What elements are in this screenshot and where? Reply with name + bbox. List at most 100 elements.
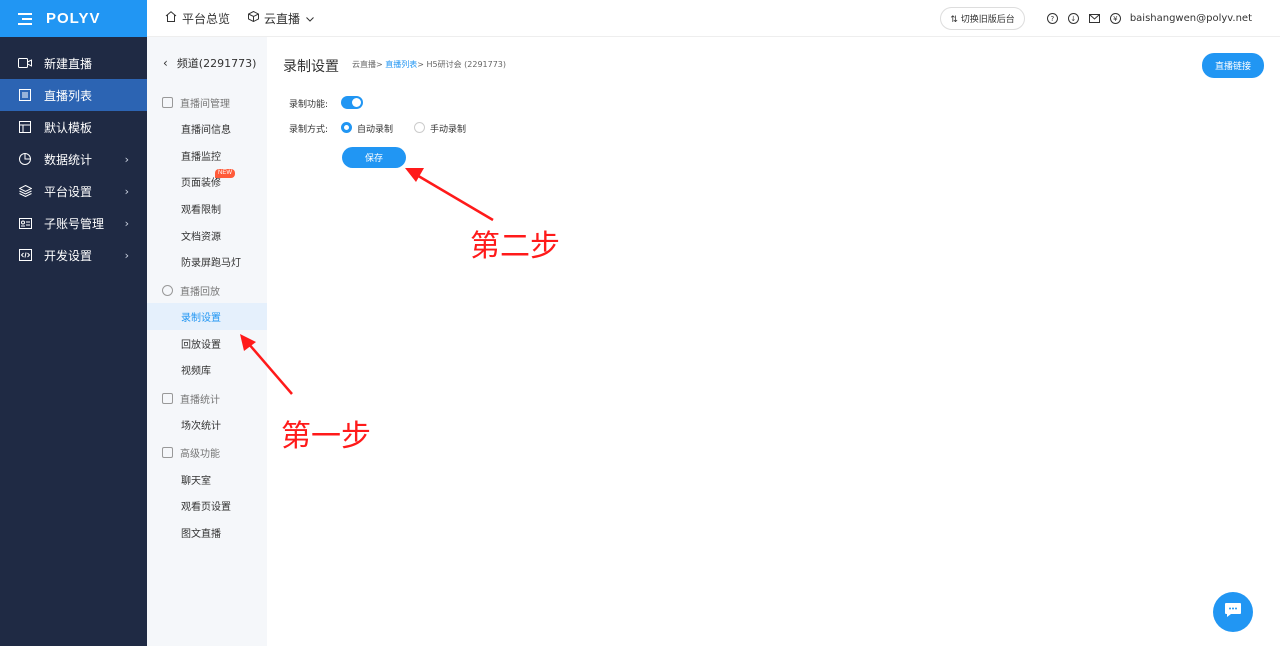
nav-item-data-stats[interactable]: 数据统计 › <box>0 143 147 175</box>
subnav-item-room-info[interactable]: 直播间信息 <box>147 115 267 142</box>
yuan-icon[interactable]: ¥ <box>1109 13 1121 24</box>
subnav-item-record-settings[interactable]: 录制设置 <box>147 303 267 330</box>
channel-subnav: ‹ 频道(2291773) 直播间管理 直播间信息 直播监控 页面装修 NEW 观… <box>147 37 267 646</box>
subnav-item-video-library[interactable]: 视频库 <box>147 357 267 384</box>
polyv-logo: POLYV <box>46 10 101 27</box>
new-badge: NEW <box>215 169 235 179</box>
chat-button[interactable] <box>1213 592 1253 632</box>
save-button[interactable]: 保存 <box>342 147 406 168</box>
toggle-knob <box>352 98 361 107</box>
subnav-item-text-live[interactable]: 图文直播 <box>147 519 267 546</box>
subnav-item-playback-settings[interactable]: 回放设置 <box>147 330 267 357</box>
platform-overview-label: 平台总览 <box>182 11 231 26</box>
help-icon[interactable]: ? <box>1046 13 1058 24</box>
user-email[interactable]: baishangwen@polyv.net <box>1130 13 1252 24</box>
nav-item-label: 新建直播 <box>44 56 93 71</box>
nav-item-new-live[interactable]: 新建直播 <box>0 47 147 79</box>
subnav-item-label: 文档资源 <box>181 231 221 243</box>
chevron-right-icon: › <box>124 216 129 230</box>
nav-item-label: 默认模板 <box>44 120 93 135</box>
subnav-item-watch-limit[interactable]: 观看限制 <box>147 195 267 222</box>
main-content: 录制设置 云直播> 直播列表> H5研讨会 (2291773) 直播链接 录制功… <box>267 37 1280 646</box>
record-function-toggle[interactable] <box>341 96 363 109</box>
nav-item-label: 子账号管理 <box>44 216 105 231</box>
logo-bar: POLYV <box>0 0 147 37</box>
nav-item-subaccount[interactable]: 子账号管理 › <box>0 207 147 239</box>
switch-old-backend-button[interactable]: ⇅ 切换旧版后台 <box>940 7 1025 30</box>
subnav-item-label: 观看页设置 <box>181 502 231 514</box>
code-icon <box>18 248 32 262</box>
subnav-item-label: 直播监控 <box>181 151 221 163</box>
breadcrumb-current: H5研讨会 (2291773) <box>426 60 507 69</box>
subnav-item-label: 场次统计 <box>181 421 221 433</box>
top-bar: 平台总览 云直播 ⇅ 切换旧版后台 ? ↓ ¥ baishangwen@poly… <box>147 0 1280 37</box>
subnav-item-label: 直播间信息 <box>181 124 231 136</box>
nav-item-dev-settings[interactable]: 开发设置 › <box>0 239 147 271</box>
nav-item-live-list[interactable]: 直播列表 <box>0 79 147 111</box>
record-function-label: 录制功能: <box>289 100 329 110</box>
cloud-live-label: 云直播 <box>264 11 301 26</box>
download-icon[interactable]: ↓ <box>1067 13 1079 24</box>
chat-bubble-icon <box>1224 602 1242 622</box>
cube-icon <box>248 10 260 25</box>
subnav-item-monitor[interactable]: 直播监控 <box>147 142 267 169</box>
annotation-step-2: 第二步 <box>470 229 560 264</box>
nav-item-label: 数据统计 <box>44 152 93 167</box>
chevron-right-icon: › <box>124 152 129 166</box>
group-title: 直播统计 <box>180 394 220 406</box>
radio-manual-record[interactable] <box>414 122 425 133</box>
subnav-item-label: 视频库 <box>181 366 211 378</box>
list-icon <box>18 88 32 102</box>
annotation-step-1: 第一步 <box>281 419 371 454</box>
play-icon <box>162 96 173 108</box>
crown-icon <box>162 447 173 459</box>
template-icon <box>18 120 32 134</box>
cloud-live-dropdown[interactable]: 云直播 <box>248 10 314 27</box>
group-title: 直播回放 <box>180 286 220 298</box>
nav-item-label: 开发设置 <box>44 248 93 263</box>
subnav-item-docs[interactable]: 文档资源 <box>147 222 267 249</box>
record-mode-label: 录制方式: <box>289 125 329 135</box>
main-nav: 新建直播 直播列表 默认模板 数据统计 › 平台设置 › 子账号管理 › 开发设… <box>0 47 147 271</box>
platform-overview-link[interactable]: 平台总览 <box>165 10 230 27</box>
chevron-right-icon: › <box>124 184 129 198</box>
breadcrumb-root[interactable]: 云直播 <box>352 60 376 69</box>
channel-label: 频道(2291773) <box>176 57 257 70</box>
home-icon <box>165 11 177 25</box>
chevron-right-icon: › <box>124 248 129 262</box>
live-link-button[interactable]: 直播链接 <box>1201 53 1264 78</box>
breadcrumb-sep: > <box>417 60 424 69</box>
replay-icon <box>162 284 173 296</box>
radio-auto-record[interactable] <box>341 122 352 133</box>
nav-item-default-template[interactable]: 默认模板 <box>0 111 147 143</box>
radio-auto-record-label[interactable]: 自动录制 <box>357 122 393 135</box>
group-title: 高级功能 <box>180 449 220 461</box>
chevron-left-icon: ‹ <box>163 56 168 70</box>
nav-item-label: 直播列表 <box>44 88 93 103</box>
video-icon <box>18 56 32 70</box>
layers-icon <box>18 184 32 198</box>
radio-manual-record-label[interactable]: 手动录制 <box>430 122 466 135</box>
breadcrumb-live-list[interactable]: 直播列表 <box>385 60 417 69</box>
nav-item-platform-settings[interactable]: 平台设置 › <box>0 175 147 207</box>
mail-icon[interactable] <box>1088 14 1100 23</box>
subnav-item-chatroom[interactable]: 聊天室 <box>147 466 267 493</box>
subnav-item-session-stats[interactable]: 场次统计 <box>147 411 267 438</box>
stats-icon <box>162 392 173 404</box>
subnav-item-watch-page[interactable]: 观看页设置 <box>147 493 267 520</box>
subnav-item-decoration[interactable]: 页面装修 NEW <box>147 168 267 195</box>
subnav-item-label: 观看限制 <box>181 204 221 216</box>
breadcrumb-sep: > <box>376 60 383 69</box>
chart-icon <box>18 152 32 166</box>
subnav-item-marquee[interactable]: 防录屏跑马灯 <box>147 248 267 275</box>
subnav-item-label: 图文直播 <box>181 529 221 541</box>
group-live-room: 直播间管理 <box>147 89 267 115</box>
subnav-item-label: 聊天室 <box>181 475 211 487</box>
group-title: 直播间管理 <box>180 98 230 110</box>
menu-icon[interactable] <box>18 12 32 25</box>
subnav-item-label: 防录屏跑马灯 <box>181 258 241 270</box>
subnav-item-label: 录制设置 <box>181 312 221 324</box>
group-playback: 直播回放 <box>147 277 267 303</box>
back-to-channel[interactable]: ‹ 频道(2291773) <box>147 37 267 89</box>
switch-old-label: 切换旧版后台 <box>960 15 1015 25</box>
